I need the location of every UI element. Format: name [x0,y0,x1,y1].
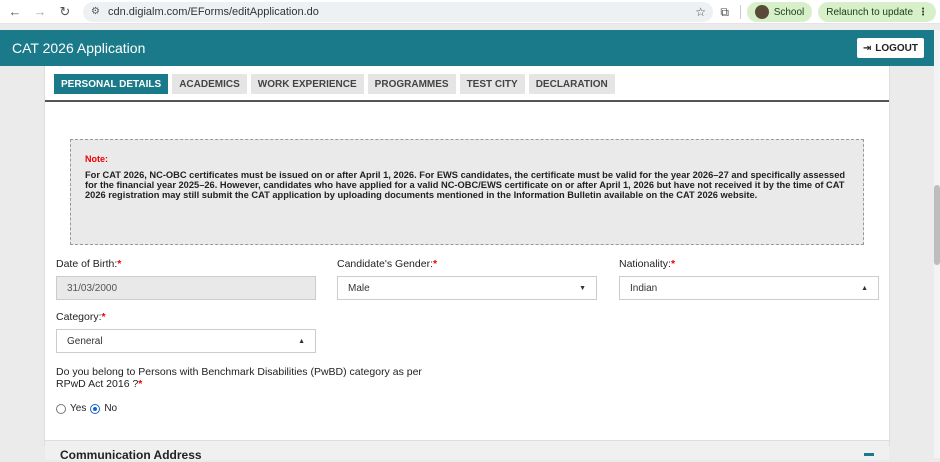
communication-address-section[interactable]: Communication Address [45,440,889,462]
tab-work-experience[interactable]: WORK EXPERIENCE [250,74,364,94]
logout-icon: ⇥ [862,42,872,54]
nationality-value: Indian [630,282,658,294]
required-marker: * [101,311,106,323]
application-form-panel: PERSONAL DETAILS ACADEMICS WORK EXPERIEN… [44,66,890,462]
pwbd-question: Do you belong to Persons with Benchmark … [56,366,446,390]
nationality-label: Nationality:* [619,258,675,270]
page-title: CAT 2026 Application [12,40,146,56]
note-box: Note: For CAT 2026, NC-OBC certificates … [70,139,864,245]
logout-label: LOGOUT [875,42,918,54]
category-label: Category:* [56,311,106,323]
logout-button[interactable]: ⇥ LOGOUT [856,38,924,58]
nationality-label-text: Nationality: [619,258,671,270]
pwbd-radio-group: Yes No [56,403,117,414]
dob-field: 31/03/2000 [56,276,316,300]
required-marker: * [670,258,676,270]
gender-label-text: Candidate's Gender: [337,258,433,270]
profile-label: School [773,6,805,18]
caret-up-icon: ▲ [298,338,305,345]
pwbd-no-label[interactable]: No [104,403,117,414]
tab-programmes[interactable]: PROGRAMMES [367,74,456,94]
tab-declaration[interactable]: DECLARATION [528,74,615,94]
required-marker: * [138,378,143,390]
section-title: Communication Address [60,448,202,462]
profile-button[interactable]: School [746,2,813,22]
relaunch-label: Relaunch to update [826,6,913,18]
form-tabs: PERSONAL DETAILS ACADEMICS WORK EXPERIEN… [54,74,615,94]
extensions-icon[interactable]: ⧉ [716,3,734,21]
dob-value: 31/03/2000 [67,282,118,294]
caret-up-icon: ▲ [861,285,868,292]
required-marker: * [432,258,438,270]
tab-personal-details[interactable]: PERSONAL DETAILS [54,74,169,94]
gender-label: Candidate's Gender:* [337,258,437,270]
toolbar-divider [739,5,741,19]
category-label-text: Category: [56,311,102,323]
collapse-minus-icon[interactable] [864,453,874,456]
browser-actions: ☆ ⧉ School Relaunch to update ⋮ [692,2,936,22]
scrollbar-thumb[interactable] [934,185,940,265]
back-icon[interactable]: ← [5,2,25,22]
bookmark-star-icon[interactable]: ☆ [692,3,710,21]
avatar [754,5,769,19]
note-body: For CAT 2026, NC-OBC certificates must b… [85,170,846,200]
pwbd-yes-radio[interactable] [56,403,66,414]
page-scrollbar[interactable] [934,30,940,458]
gender-value: Male [348,282,370,294]
pwbd-no-radio[interactable] [90,403,101,414]
dob-label-text: Date of Birth: [56,258,118,270]
more-menu-icon[interactable]: ⋮ [918,7,928,18]
tab-test-city[interactable]: TEST CITY [459,74,525,94]
address-bar[interactable]: ⚙ cdn.digialm.com/EForms/editApplication… [83,1,713,22]
nationality-select[interactable]: Indian ▲ [619,276,879,300]
note-title: Note: [85,154,108,164]
tab-underline [45,100,889,102]
caret-down-icon: ▼ [579,285,586,292]
browser-toolbar: ← → ↻ ⚙ cdn.digialm.com/EForms/editAppli… [0,0,940,24]
app-header: CAT 2026 Application ⇥ LOGOUT [0,30,934,66]
pwbd-yes-label[interactable]: Yes [70,403,86,414]
dob-label: Date of Birth:* [56,258,121,270]
url-text: cdn.digialm.com/EForms/editApplication.d… [107,5,319,18]
required-marker: * [117,258,122,270]
category-select[interactable]: General ▲ [56,329,316,353]
tab-academics[interactable]: ACADEMICS [172,74,247,94]
relaunch-button[interactable]: Relaunch to update ⋮ [818,2,936,22]
pwbd-question-text: Do you belong to Persons with Benchmark … [56,366,422,390]
site-settings-icon[interactable]: ⚙ [91,6,100,17]
forward-icon[interactable]: → [30,2,50,22]
gender-select[interactable]: Male ▼ [337,276,597,300]
category-value: General [67,335,103,347]
reload-icon[interactable]: ↻ [55,2,75,22]
